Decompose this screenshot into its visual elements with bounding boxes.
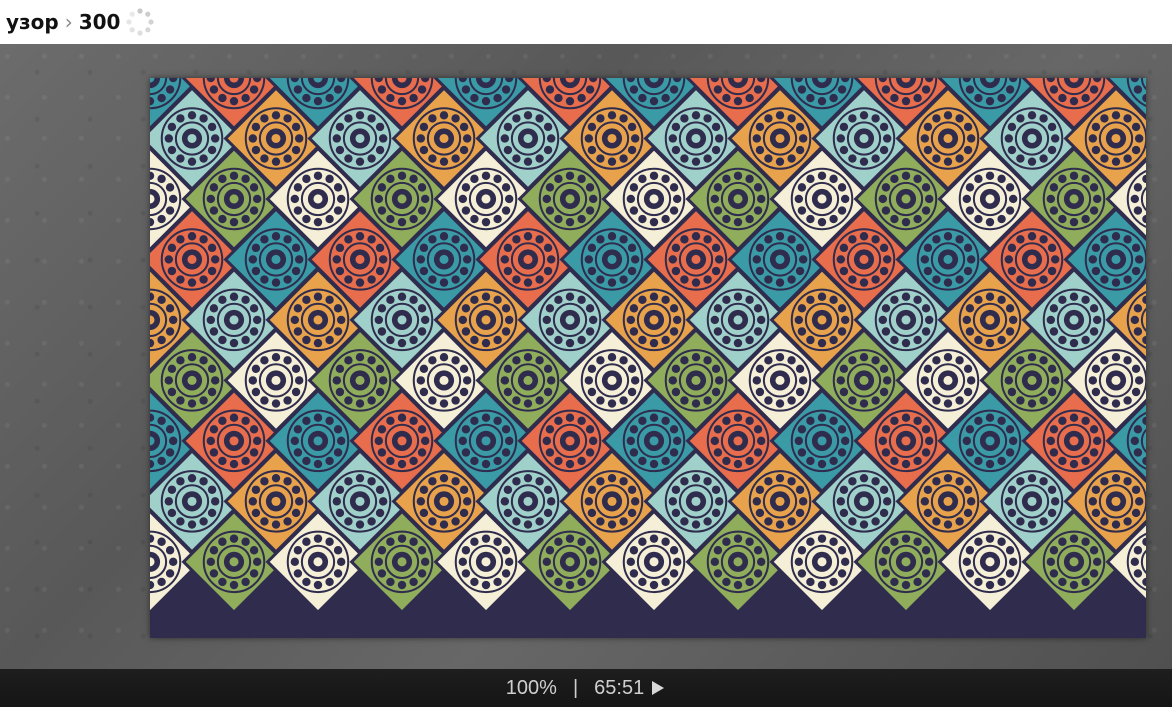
breadcrumb-item-300[interactable]: 300: [79, 10, 121, 34]
status-bar: 100% | 65:51: [0, 669, 1172, 707]
zoom-level[interactable]: 100%: [506, 677, 557, 700]
breadcrumb: › узор › 300: [0, 0, 1172, 44]
play-icon[interactable]: [650, 679, 666, 697]
breadcrumb-item-uzor[interactable]: узор: [6, 10, 59, 34]
status-divider: |: [572, 676, 579, 699]
timer: 65:51: [594, 676, 645, 699]
mandala-patchwork-image: [150, 78, 1146, 615]
chevron-right-icon: ›: [64, 10, 73, 34]
puzzle-image[interactable]: [150, 78, 1146, 638]
loading-spinner-icon: [124, 6, 156, 38]
